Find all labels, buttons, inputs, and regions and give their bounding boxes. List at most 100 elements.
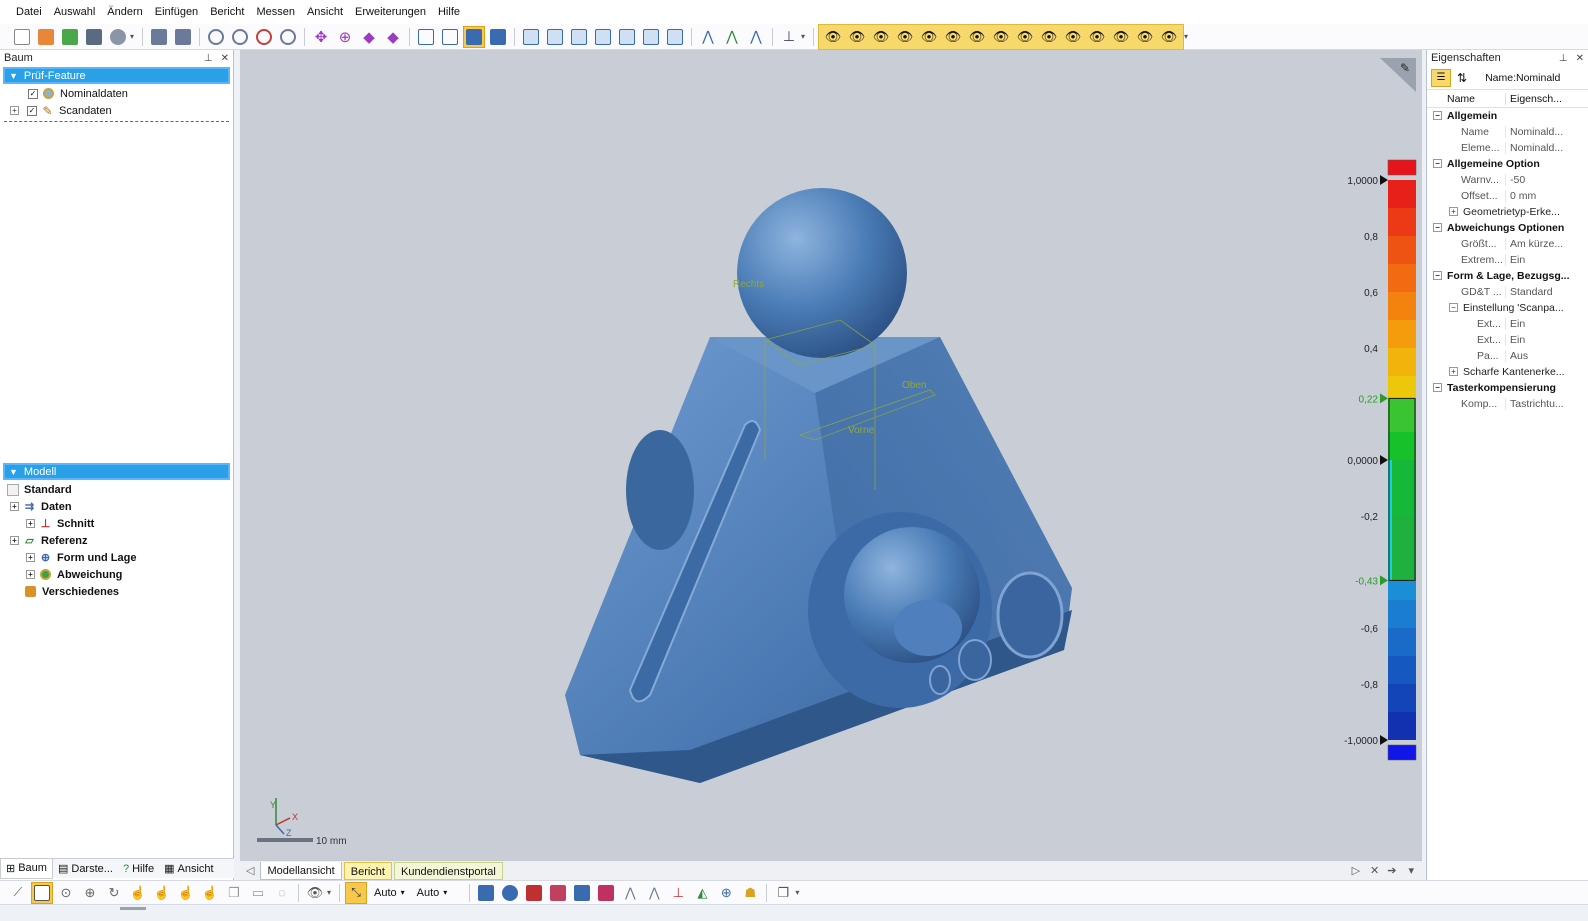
property-category[interactable]: − Form & Lage, Bezugsg... — [1427, 268, 1588, 284]
property-category[interactable]: − Abweichungs Optionen — [1427, 220, 1588, 236]
align-icon[interactable]: ⋀ — [697, 26, 719, 48]
menu-datei[interactable]: Datei — [10, 0, 48, 24]
expand-icon[interactable]: + — [1449, 207, 1458, 216]
view-left-icon[interactable] — [568, 26, 590, 48]
chevron-down-icon[interactable]: ▾ — [795, 888, 803, 897]
visibility-11-icon[interactable]: 👁 — [1062, 26, 1084, 48]
close-icon[interactable]: ✕ — [221, 53, 229, 64]
select-point-icon[interactable]: ⊕ — [79, 882, 101, 904]
property-row[interactable]: GD&T ... Standard — [1427, 284, 1588, 300]
tree-item-scandaten[interactable]: + ✓ ✎ Scandaten — [4, 102, 229, 119]
tree-item-referenz[interactable]: + ▱ Referenz — [0, 532, 233, 549]
collapse-icon[interactable]: − — [1433, 383, 1442, 392]
tab-baum[interactable]: ⊞ Baum — [0, 858, 53, 879]
visibility-6-icon[interactable]: 👁 — [942, 26, 964, 48]
view-right-icon[interactable] — [592, 26, 614, 48]
visibility-5-icon[interactable]: 👁 — [918, 26, 940, 48]
fit-feature-3-icon[interactable] — [523, 882, 545, 904]
settings-icon[interactable] — [107, 26, 129, 48]
tree-item-schnitt[interactable]: + ⊥ Schnitt — [0, 515, 233, 532]
menu-auswahl[interactable]: Auswahl — [48, 0, 102, 24]
select-hand4-icon[interactable]: ☝ — [199, 882, 221, 904]
fit-feature-11-icon[interactable]: ⊕ — [715, 882, 737, 904]
collapse-icon[interactable]: − — [1433, 223, 1442, 232]
copy-icon[interactable] — [148, 26, 170, 48]
property-row[interactable]: Offset... 0 mm — [1427, 188, 1588, 204]
close-icon[interactable]: ✕ — [1366, 864, 1383, 877]
align-green-icon[interactable]: ⋀ — [721, 26, 743, 48]
fit-feature-2-icon[interactable] — [499, 882, 521, 904]
tolerance-marker-arrow[interactable] — [1380, 393, 1388, 404]
fit-feature-8-icon[interactable]: ⋀ — [643, 882, 665, 904]
property-row[interactable]: Eleme... Nominald... — [1427, 140, 1588, 156]
pin-icon[interactable]: ⊥ — [1559, 53, 1568, 64]
property-value[interactable]: 0 mm — [1505, 190, 1585, 202]
select-hand-icon[interactable]: ☝ — [127, 882, 149, 904]
column-value[interactable]: Eigensch... — [1505, 92, 1585, 105]
property-row[interactable]: Extrem... Ein — [1427, 252, 1588, 268]
property-row[interactable]: Größt... Am kürze... — [1427, 236, 1588, 252]
tolerance-marker-arrow[interactable] — [1380, 575, 1388, 586]
visibility-3-icon[interactable]: 👁 — [870, 26, 892, 48]
rotate-y-icon[interactable]: ◆ — [382, 26, 404, 48]
menu-erweiterungen[interactable]: Erweiterungen — [349, 0, 432, 24]
expand-icon[interactable]: + — [10, 536, 19, 545]
select-rect-icon[interactable] — [31, 881, 53, 904]
menu-aendern[interactable]: Ändern — [101, 0, 148, 24]
pin-icon[interactable]: ⊥ — [204, 53, 213, 64]
view-front-icon[interactable] — [520, 26, 542, 48]
select-cyl-icon[interactable]: ▭ — [247, 882, 269, 904]
select-copy-icon[interactable]: ❐ — [223, 882, 245, 904]
visibility-9-icon[interactable]: 👁 — [1014, 26, 1036, 48]
paste-icon[interactable] — [172, 26, 194, 48]
fit-feature-12-icon[interactable]: ☗ — [739, 882, 761, 904]
chevron-down-icon[interactable]: ▾ — [327, 888, 335, 897]
pin-icon[interactable]: ➔ — [1383, 864, 1400, 877]
visibility-icon[interactable]: 👁 — [822, 26, 844, 48]
fit-feature-5-icon[interactable] — [571, 882, 593, 904]
property-row[interactable]: Pa... Aus — [1427, 348, 1588, 364]
menu-bericht[interactable]: Bericht — [204, 0, 250, 24]
rotate-icon[interactable]: ⊕ — [334, 26, 356, 48]
property-row[interactable]: − Einstellung 'Scanpa... — [1427, 300, 1588, 316]
tree-item-daten[interactable]: + ⇉ Daten — [0, 498, 233, 515]
property-row[interactable]: Komp... Tastrichtu... — [1427, 396, 1588, 412]
property-value[interactable]: Ein — [1505, 318, 1585, 330]
visibility-8-icon[interactable]: 👁 — [990, 26, 1012, 48]
chevron-down-icon[interactable]: ▾ — [130, 32, 138, 41]
property-category[interactable]: − Tasterkompensierung — [1427, 380, 1588, 396]
pin-corner-icon[interactable]: ✎ — [1380, 58, 1416, 92]
property-value[interactable]: Standard — [1505, 286, 1585, 298]
tab-kundendienstportal[interactable]: Kundendienstportal — [393, 861, 503, 880]
section-modell[interactable]: ▼ Modell — [3, 463, 230, 480]
tree-item-nominaldaten[interactable]: ✓ Nominaldaten — [4, 85, 229, 102]
property-value[interactable]: -50 — [1505, 174, 1585, 186]
property-value[interactable]: Ein — [1505, 254, 1585, 266]
property-row[interactable]: Warnv... -50 — [1427, 172, 1588, 188]
chevron-down-icon[interactable]: ▾ — [1184, 32, 1192, 41]
mirror-icon[interactable]: ⋀ — [745, 26, 767, 48]
property-value[interactable]: Am kürze... — [1505, 238, 1585, 250]
select-circle-icon[interactable]: ⊙ — [55, 882, 77, 904]
copy-feature-icon[interactable]: ❐ — [772, 882, 794, 904]
tab-hilfe[interactable]: ? Hilfe — [118, 859, 159, 879]
column-name[interactable]: Name — [1427, 93, 1505, 105]
fit-feature-10-icon[interactable]: ◭ — [691, 882, 713, 904]
view-iso2-icon[interactable] — [664, 26, 686, 48]
select-line-icon[interactable]: ⟋ — [7, 882, 29, 904]
expand-icon[interactable]: + — [1449, 367, 1458, 376]
measure-icon[interactable]: ⊥ — [778, 26, 800, 48]
close-icon[interactable]: ✕ — [1576, 53, 1584, 64]
snap-icon[interactable]: ⤡ — [345, 881, 367, 904]
visibility-15-icon[interactable]: 👁 — [1158, 26, 1180, 48]
tab-ansicht[interactable]: ▦ Ansicht — [159, 859, 218, 879]
menu-ansicht[interactable]: Ansicht — [301, 0, 349, 24]
select-hand3-icon[interactable]: ☝ — [175, 882, 197, 904]
select-brush-icon[interactable]: ↻ — [103, 882, 125, 904]
expand-icon[interactable]: + — [10, 106, 19, 115]
expand-icon[interactable]: + — [26, 519, 35, 528]
view-back-icon[interactable] — [544, 26, 566, 48]
expand-icon[interactable]: + — [26, 553, 35, 562]
view-bottom-icon[interactable] — [640, 26, 662, 48]
view-iso-icon[interactable] — [415, 26, 437, 48]
